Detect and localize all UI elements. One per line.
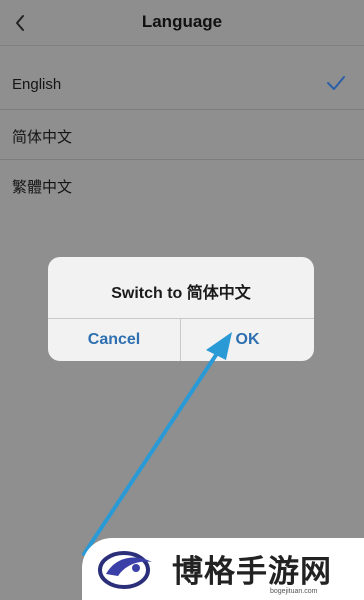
watermark-logo-icon — [98, 551, 152, 589]
arrow-head — [206, 332, 232, 360]
watermark-url: bogejituan.com — [270, 588, 318, 595]
watermark-text: 博格手游网 — [172, 554, 332, 590]
watermark: 博格手游网 bogejituan.com — [82, 538, 364, 600]
annotation-arrow — [82, 332, 232, 556]
arrow-shaft — [82, 350, 220, 556]
